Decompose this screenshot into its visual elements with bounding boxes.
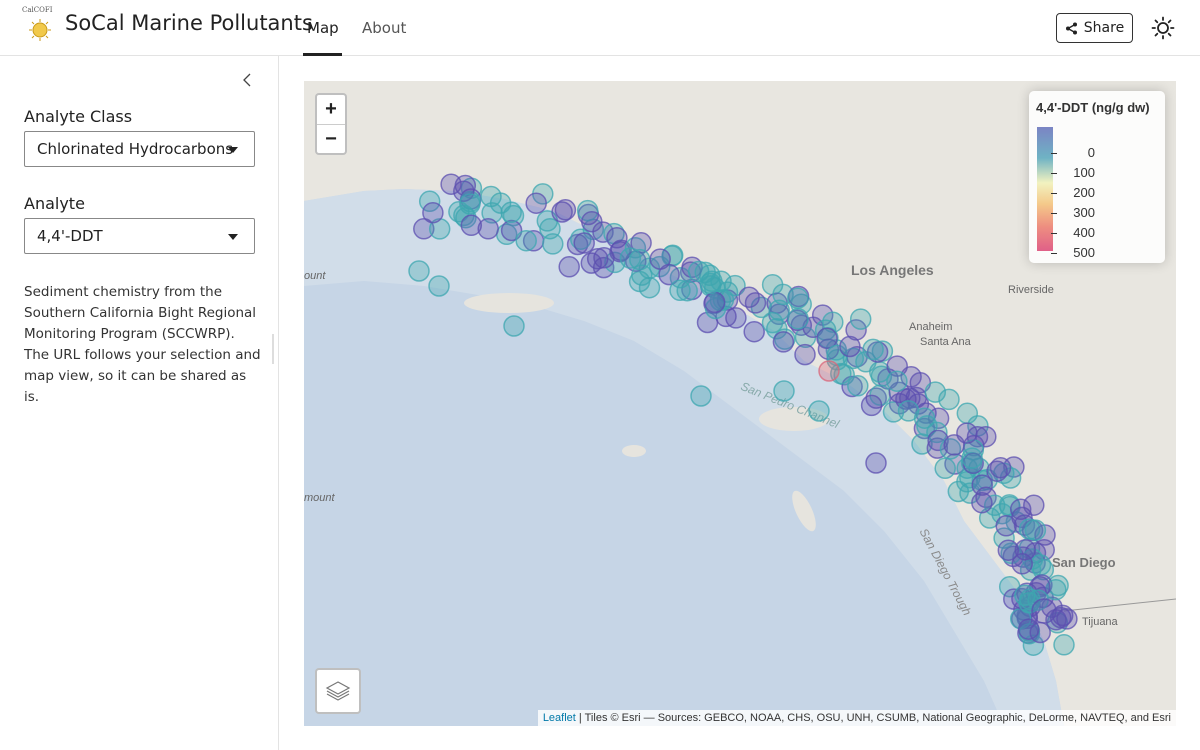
share-icon <box>1065 22 1077 34</box>
tab-about[interactable]: About <box>362 19 406 37</box>
caret-down-icon <box>228 147 238 153</box>
zoom-control: + − <box>315 93 347 155</box>
tab-map[interactable]: Map <box>307 19 339 37</box>
share-label: Share <box>1083 20 1125 36</box>
sample-dot[interactable] <box>606 227 628 249</box>
share-button[interactable]: Share <box>1056 13 1133 43</box>
sample-dot[interactable] <box>408 260 430 282</box>
sample-dot[interactable] <box>886 370 908 392</box>
sample-dot[interactable] <box>818 360 840 382</box>
sample-dot[interactable] <box>860 394 883 417</box>
analyte-class-label: Analyte Class <box>24 107 133 126</box>
sample-dot[interactable] <box>676 279 698 302</box>
sample-dot[interactable] <box>839 335 861 358</box>
legend-tick: 300 <box>1051 205 1095 220</box>
sample-dot[interactable] <box>862 338 884 361</box>
map-attribution: Leaflet | Tiles © Esri — Sources: GEBCO,… <box>537 710 1176 726</box>
sample-dot[interactable] <box>581 210 603 233</box>
logo-text: CalCOFI <box>22 6 53 14</box>
active-tab-indicator <box>303 53 342 56</box>
legend-title: 4,4'-DDT (ng/g dw) <box>1036 100 1150 115</box>
sample-dot[interactable] <box>703 291 726 314</box>
sample-dot[interactable] <box>943 434 965 456</box>
map-container[interactable]: Los Angeles Riverside Anaheim Santa Ana … <box>304 81 1176 726</box>
sidebar-resize-handle[interactable] <box>272 334 274 364</box>
zoom-in-button[interactable]: + <box>317 95 345 125</box>
sample-dot[interactable] <box>1017 618 1040 640</box>
sample-dot[interactable] <box>761 311 784 334</box>
analyte-class-value: Chlorinated Hydrocarbons <box>37 140 234 158</box>
analyte-class-select[interactable]: Chlorinated Hydrocarbons <box>24 131 255 167</box>
sample-dot[interactable] <box>847 375 869 397</box>
sample-dot[interactable] <box>573 232 595 254</box>
attribution-text: | Tiles © Esri — Sources: GEBCO, NOAA, C… <box>578 712 1171 724</box>
layers-button[interactable] <box>315 668 361 714</box>
sample-dot[interactable] <box>787 287 809 309</box>
sample-dot[interactable] <box>710 270 732 292</box>
analyte-select[interactable]: 4,4'-DDT <box>24 218 255 254</box>
analyte-value: 4,4'-DDT <box>37 227 103 245</box>
sample-dot[interactable] <box>849 308 872 330</box>
sample-dot[interactable] <box>1024 519 1047 541</box>
sample-dot[interactable] <box>515 229 537 252</box>
sample-dot[interactable] <box>897 400 920 422</box>
sample-dot[interactable] <box>1031 598 1057 624</box>
sample-dot[interactable] <box>995 515 1017 537</box>
navbar: CalCOFI SoCal Marine Pollutants Map Abou… <box>0 0 1200 56</box>
sample-dot[interactable] <box>743 320 765 343</box>
sample-dot[interactable] <box>459 193 481 215</box>
zoom-out-button[interactable]: − <box>317 125 345 154</box>
caret-down-icon <box>228 234 238 240</box>
sample-dot[interactable] <box>725 307 747 329</box>
sample-dot[interactable] <box>422 201 444 224</box>
sample-dot[interactable] <box>971 491 993 514</box>
legend-tick: 100 <box>1051 165 1095 180</box>
analyte-label: Analyte <box>24 194 85 213</box>
sample-dot[interactable] <box>580 252 603 274</box>
legend-tick: 500 <box>1051 245 1095 260</box>
description-text: Sediment chemistry from the Southern Cal… <box>24 284 261 405</box>
sample-dot[interactable] <box>865 452 887 474</box>
sample-dot[interactable] <box>947 480 970 503</box>
sample-dot[interactable] <box>629 248 651 271</box>
app-title: SoCal Marine Pollutants <box>65 11 313 35</box>
sample-dot[interactable] <box>808 400 830 422</box>
leaflet-link[interactable]: Leaflet <box>543 712 576 724</box>
sample-dot[interactable] <box>938 388 960 411</box>
sample-dot[interactable] <box>934 457 956 480</box>
sample-dot[interactable] <box>1053 634 1075 656</box>
sample-dot[interactable] <box>503 315 525 337</box>
collapse-sidebar-icon[interactable] <box>240 72 256 88</box>
legend-tick: 0 <box>1051 145 1095 160</box>
sidebar: Analyte Class Chlorinated Hydrocarbons A… <box>0 56 279 750</box>
legend: 4,4'-DDT (ng/g dw) 0 100 200 300 400 500 <box>1029 91 1165 263</box>
sample-dot[interactable] <box>690 385 712 407</box>
sample-dot[interactable] <box>558 256 580 278</box>
sun-icon[interactable] <box>1151 16 1175 40</box>
sample-dot[interactable] <box>773 380 795 402</box>
sample-dot[interactable] <box>542 233 564 255</box>
sample-dot[interactable] <box>554 199 577 221</box>
sample-dot[interactable] <box>440 173 462 195</box>
sample-dot[interactable] <box>1029 554 1052 576</box>
sample-dot[interactable] <box>477 218 499 240</box>
legend-tick: 400 <box>1051 225 1095 240</box>
layers-icon <box>325 681 351 701</box>
sample-dot[interactable] <box>744 292 767 314</box>
sample-dot[interactable] <box>428 275 450 297</box>
sample-dot[interactable] <box>772 331 795 353</box>
sample-dot[interactable] <box>787 308 809 330</box>
sample-dot[interactable] <box>961 447 983 469</box>
legend-tick: 200 <box>1051 185 1095 200</box>
sample-dot[interactable] <box>1011 553 1033 575</box>
sample-dot[interactable] <box>989 456 1012 479</box>
sample-dot[interactable] <box>489 192 512 214</box>
sample-dot[interactable] <box>525 192 547 214</box>
sample-dot[interactable] <box>794 343 816 366</box>
